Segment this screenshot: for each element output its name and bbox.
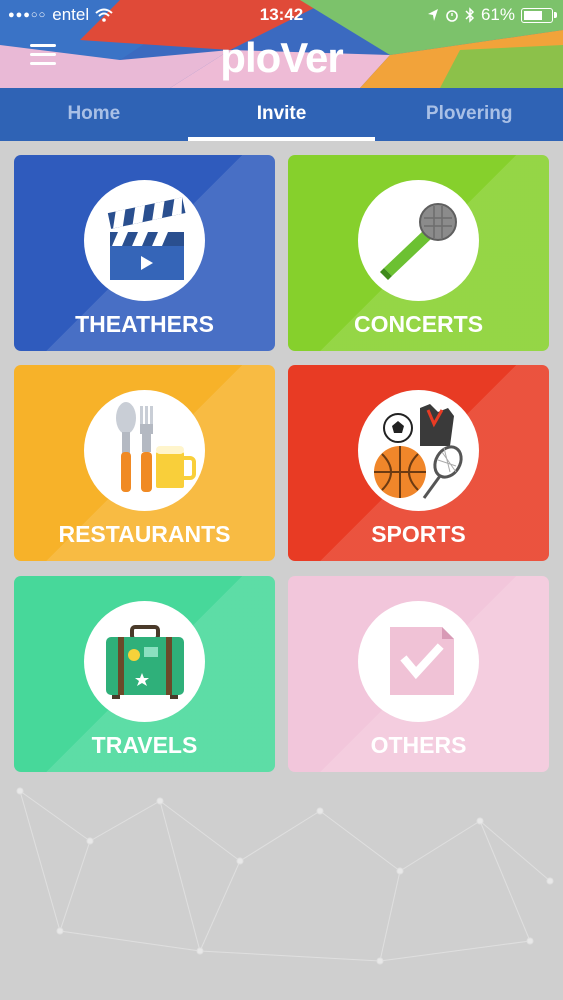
category-tile-restaurants[interactable]: RESTAURANTS: [14, 365, 275, 561]
checked-note-icon: [390, 627, 454, 695]
battery-percentage: 61%: [480, 5, 515, 24]
category-tile-others[interactable]: OTHERS: [288, 576, 549, 772]
others-icon-circle: [358, 601, 479, 722]
battery-icon: [521, 7, 557, 23]
bluetooth-icon: [465, 7, 475, 23]
category-label: THEATHERS: [75, 311, 214, 337]
tab-home[interactable]: Home: [0, 88, 188, 141]
app-logo: ploVer: [220, 34, 343, 81]
cutlery-beer-icon: [116, 402, 196, 492]
category-label: RESTAURANTS: [58, 521, 231, 547]
clapperboard-icon: [107, 197, 186, 280]
category-label: TRAVELS: [91, 732, 198, 758]
sports-balls-icon: [374, 404, 463, 499]
sports-icon-circle: [358, 390, 479, 511]
concerts-icon-circle: [358, 180, 479, 301]
restaurants-icon-circle: [84, 390, 205, 511]
status-bar: ●●●○○ entel 13:42 61%: [0, 0, 563, 30]
microphone-icon: [380, 203, 457, 280]
category-label: SPORTS: [371, 521, 466, 547]
location-arrow-icon: [427, 9, 438, 21]
category-tile-theathers[interactable]: THEATHERS: [14, 155, 275, 351]
suitcase-icon: [106, 625, 184, 699]
category-label: CONCERTS: [353, 311, 484, 337]
tab-plovering[interactable]: Plovering: [375, 88, 563, 141]
travels-icon-circle: [84, 601, 205, 722]
tab-invite[interactable]: Invite: [187, 88, 376, 141]
category-tile-travels[interactable]: TRAVELS: [14, 576, 275, 772]
theathers-icon-circle: [84, 180, 205, 301]
category-tile-sports[interactable]: SPORTS: [288, 365, 549, 561]
tab-bar: Home Invite Plovering: [0, 88, 563, 141]
app-header: ●●●○○ entel 13:42 61% ploVer: [0, 0, 563, 88]
category-label: OTHERS: [370, 732, 467, 758]
alarm-icon: [446, 10, 458, 22]
category-tile-concerts[interactable]: CONCERTS: [288, 155, 549, 351]
